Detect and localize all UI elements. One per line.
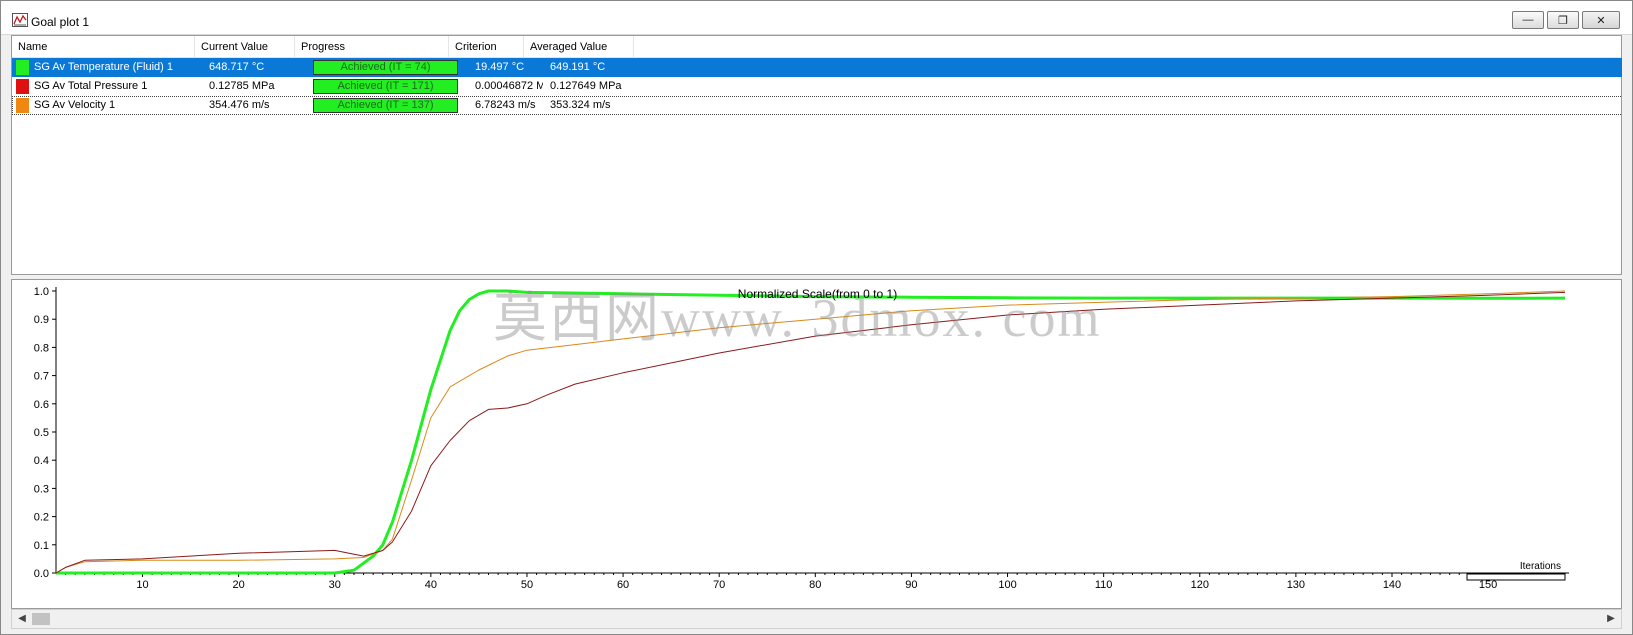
y-tick-label: 0.5 [34,427,49,439]
series-color-swatch [16,79,29,94]
x-axis-label: Iterations [1520,561,1561,572]
series-color-swatch [16,60,29,75]
column-header-name[interactable]: Name [12,36,195,58]
criterion-value: 19.497 °C [475,61,525,73]
current-value: 0.12785 MPa [209,80,275,92]
criterion-value: 6.78243 m/s [475,99,536,111]
goal-name: SG Av Total Pressure 1 [34,80,148,92]
window-title: Goal plot 1 [31,15,90,29]
averaged-value: 353.324 m/s [550,99,611,111]
x-tick-label: 110 [1095,579,1113,591]
goal-plot-icon [12,13,28,27]
progress-indicator: Achieved (IT = 137) [313,98,458,113]
progress-indicator: Achieved (IT = 171) [313,79,458,94]
table-header: Name Current Value Progress Criterion Av… [12,36,1621,58]
y-tick-label: 0.2 [34,512,49,524]
scroll-thumb[interactable] [32,613,50,625]
y-tick-label: 0.9 [34,314,49,326]
x-tick-label: 10 [136,579,148,591]
current-value: 648.717 °C [209,61,265,73]
x-tick-label: 120 [1191,579,1209,591]
goal-plot-window: Goal plot 1 — ❐ ✕ Name Current Value Pro… [0,0,1633,635]
x-tick-label: 90 [905,579,917,591]
title-bar: Goal plot 1 — ❐ ✕ [1,1,1632,35]
averaged-value: 649.191 °C [550,61,606,73]
y-tick-label: 0.8 [34,342,49,354]
goal-name: SG Av Velocity 1 [34,99,116,111]
x-tick-label: 100 [998,579,1016,591]
vertical-scrollbar[interactable] [1622,35,1632,609]
x-tick-label: 30 [329,579,341,591]
y-tick-label: 0.4 [34,455,49,467]
x-tick-label: 60 [617,579,629,591]
table-row[interactable]: SG Av Velocity 1 354.476 m/s Achieved (I… [12,96,1623,115]
x-tick-label: 80 [809,579,821,591]
column-header-averaged-value[interactable]: Averaged Value [524,36,634,58]
series-color-swatch [16,98,29,113]
maximize-button[interactable]: ❐ [1547,11,1579,29]
scroll-left-icon[interactable]: ◀ [14,612,30,626]
watermark: 莫西网www. 3dmox. com [493,288,1102,348]
goal-name: SG Av Temperature (Fluid) 1 [34,61,173,73]
y-tick-label: 0.1 [34,540,49,552]
current-value: 354.476 m/s [209,99,270,111]
table-row[interactable]: SG Av Temperature (Fluid) 1 648.717 °C A… [12,58,1623,77]
horizontal-scrollbar[interactable]: ◀ ▶ [11,609,1622,629]
criterion-value: 0.00046872 M [475,80,543,92]
y-tick-label: 0.3 [34,483,49,495]
table-row[interactable]: SG Av Total Pressure 1 0.12785 MPa Achie… [12,77,1623,96]
x-tick-label: 150 [1479,579,1497,591]
averaged-value: 0.127649 MPa [550,80,622,92]
close-button[interactable]: ✕ [1582,11,1620,29]
minimize-button[interactable]: — [1512,11,1544,29]
x-tick-label: 130 [1287,579,1305,591]
progress-indicator: Achieved (IT = 74) [313,60,458,75]
x-tick-label: 40 [425,579,437,591]
column-header-current-value[interactable]: Current Value [195,36,295,58]
column-header-progress[interactable]: Progress [295,36,449,58]
y-tick-label: 0.6 [34,399,49,411]
x-tick-label: 70 [713,579,725,591]
x-tick-label: 20 [232,579,244,591]
column-header-criterion[interactable]: Criterion [449,36,524,58]
goals-table: Name Current Value Progress Criterion Av… [11,35,1623,275]
y-tick-label: 0.7 [34,371,49,383]
y-tick-label: 0.0 [34,568,49,580]
scroll-right-icon[interactable]: ▶ [1603,612,1619,626]
x-tick-label: 50 [521,579,533,591]
x-tick-label: 140 [1383,579,1401,591]
x-range-indicator [1466,573,1566,581]
